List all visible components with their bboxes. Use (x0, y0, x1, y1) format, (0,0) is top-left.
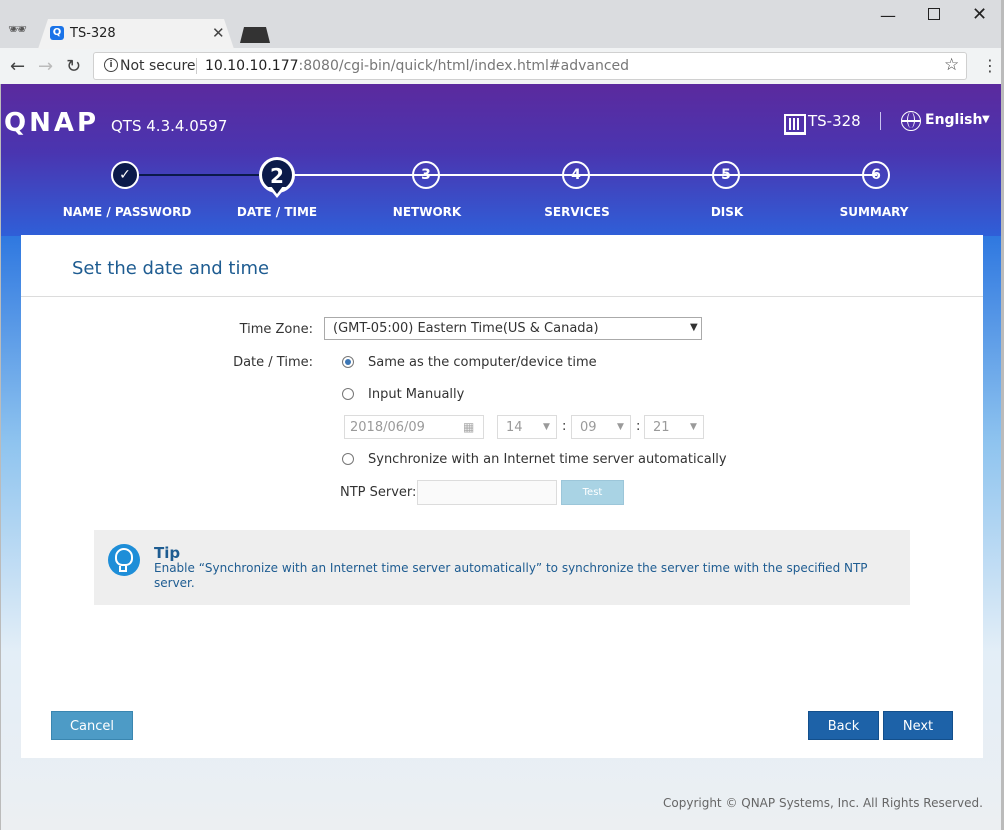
step-3-circle: 3 (412, 161, 440, 189)
chevron-down-icon: ▼ (543, 422, 550, 432)
page-title: Set the date and time (72, 258, 270, 279)
radio-input-manually[interactable] (342, 388, 354, 400)
minute-value: 09 (580, 420, 597, 435)
timezone-label: Time Zone: (239, 322, 313, 337)
incognito-icon: 🕶 (8, 20, 28, 38)
header-divider (880, 112, 881, 130)
tip-title: Tip (154, 544, 181, 562)
qnap-favicon-icon: Q (50, 26, 64, 40)
window-frame-left (0, 84, 1, 830)
close-tab-icon[interactable]: ✕ (212, 24, 225, 42)
globe-icon[interactable] (901, 111, 921, 131)
tip-text: Enable “Synchronize with an Internet tim… (154, 561, 868, 590)
second-value: 21 (653, 420, 670, 435)
info-icon[interactable]: i (104, 58, 118, 72)
step-connector-done (125, 174, 277, 176)
step-2-label: DATE / TIME (236, 205, 318, 219)
url-path: :8080/cgi-bin/quick/html/index.html#adva… (298, 58, 630, 74)
radio-sync-ntp[interactable] (342, 453, 354, 465)
radio-sync-ntp-label[interactable]: Synchronize with an Internet time server… (368, 452, 727, 467)
lightbulb-glass (115, 548, 133, 566)
next-button[interactable]: Next (883, 711, 953, 740)
forward-icon[interactable]: → (38, 56, 53, 77)
language-selector[interactable]: English (925, 112, 982, 128)
time-separator: : (562, 419, 567, 434)
lightbulb-base (119, 566, 127, 572)
chevron-down-icon: ▼ (690, 422, 697, 432)
active-step-pointer-inner (271, 186, 283, 194)
qnap-logo: QNAP (4, 108, 100, 138)
cancel-button[interactable]: Cancel (51, 711, 133, 740)
title-divider (21, 296, 983, 297)
step-5-label: DISK (710, 205, 744, 219)
chevron-down-icon: ▼ (617, 422, 624, 432)
timezone-value: (GMT-05:00) Eastern Time(US & Canada) (333, 321, 599, 336)
hour-value: 14 (506, 420, 523, 435)
step-6-label: SUMMARY (839, 205, 909, 219)
minimize-icon[interactable]: — (880, 6, 896, 25)
back-button[interactable]: Back (808, 711, 879, 740)
reload-icon[interactable]: ↻ (66, 56, 81, 77)
date-value: 2018/06/09 (350, 420, 425, 435)
menu-icon[interactable]: ⋮ (982, 56, 998, 75)
close-window-icon[interactable]: ✕ (972, 4, 987, 25)
url-text[interactable]: 10.10.10.177:8080/cgi-bin/quick/html/ind… (205, 58, 629, 74)
datetime-label: Date / Time: (233, 355, 313, 370)
radio-same-as-computer-label[interactable]: Same as the computer/device time (368, 355, 597, 370)
copyright: Copyright © QNAP Systems, Inc. All Right… (663, 796, 983, 810)
step-1-circle: ✓ (111, 161, 139, 189)
test-button[interactable]: Test (561, 480, 624, 505)
bookmark-star-icon[interactable]: ☆ (944, 55, 959, 75)
back-icon[interactable]: ← (10, 56, 25, 77)
browser-tab[interactable] (38, 19, 234, 49)
chevron-down-icon[interactable]: ▼ (982, 114, 990, 125)
step-3-label: NETWORK (392, 205, 462, 219)
maximize-icon[interactable] (928, 8, 940, 20)
omnibox-divider (196, 58, 197, 74)
step-6-circle: 6 (862, 161, 890, 189)
ntp-server-input[interactable] (417, 480, 557, 505)
radio-input-manually-label[interactable]: Input Manually (368, 387, 464, 402)
step-1-label: NAME / PASSWORD (62, 205, 192, 219)
calendar-icon[interactable]: ▦ (463, 420, 474, 434)
ntp-server-label: NTP Server: (340, 485, 417, 500)
tab-title: TS-328 (70, 26, 116, 41)
firmware-version: QTS 4.3.4.0597 (111, 117, 228, 135)
nas-device-icon (784, 114, 806, 135)
step-5-circle: 5 (712, 161, 740, 189)
chevron-down-icon: ▼ (690, 322, 698, 333)
radio-same-as-computer[interactable] (342, 356, 354, 368)
security-label[interactable]: Not secure (120, 58, 196, 74)
step-4-circle: 4 (562, 161, 590, 189)
time-separator: : (636, 419, 641, 434)
step-4-label: SERVICES (544, 205, 610, 219)
device-model: TS-328 (808, 112, 861, 130)
new-tab-button[interactable] (240, 27, 270, 43)
url-host: 10.10.10.177 (205, 58, 299, 74)
